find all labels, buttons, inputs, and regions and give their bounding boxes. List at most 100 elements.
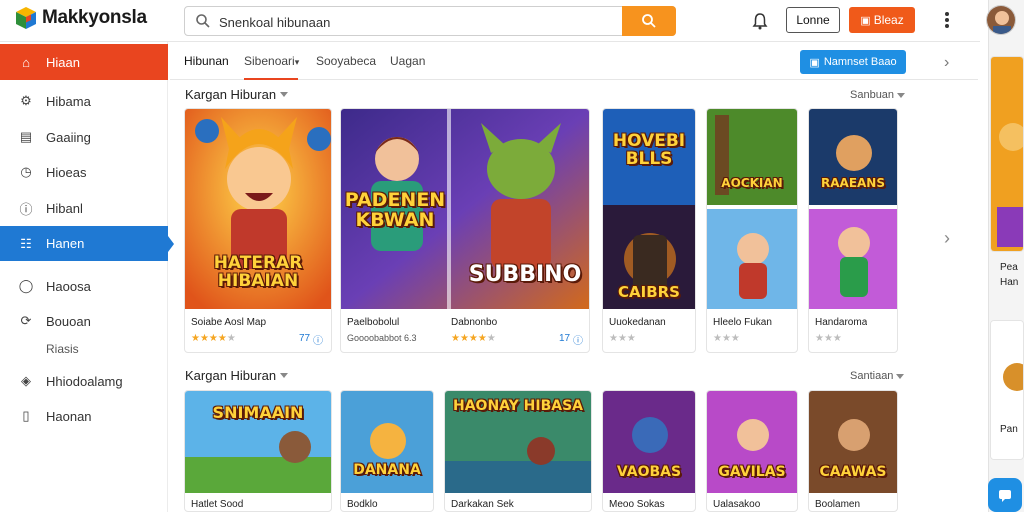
sidebar-item-2[interactable]: ⚙ Hibama — [0, 84, 168, 118]
game-card[interactable]: HAONAY HIBASA Darkakan Sek — [444, 390, 592, 512]
sidebar-item-active[interactable]: ☷ Hanen — [0, 226, 168, 261]
game-card[interactable]: GAVILAS Ualasakoo — [706, 390, 798, 512]
game-card[interactable]: RAAEANS Handaroma ★★★ — [808, 108, 898, 353]
more-options-icon[interactable] — [938, 10, 956, 30]
search-button-icon — [642, 14, 656, 28]
tab-4[interactable]: Uagan — [390, 54, 425, 68]
game-card-art: HAONAY HIBASA — [445, 391, 591, 493]
tab-2[interactable]: Sibenoari▾ — [244, 54, 299, 68]
sidebar-item-4[interactable]: ◷ Hioeas — [0, 155, 168, 189]
caret-icon — [896, 373, 905, 379]
tab-3[interactable]: Sooyabeca — [316, 54, 376, 68]
game-card-art: HATERAR HIBAIAN — [185, 109, 331, 309]
section-title: Kargan Hiburan — [185, 87, 289, 102]
game-card-name: Uuokedanan — [609, 317, 666, 328]
game-art-title: HAONAY HIBASA — [452, 398, 584, 414]
game-card-art: PADENEN KBWAN SUBBINO — [341, 109, 589, 309]
game-card-name-2: Dabnonbo — [451, 317, 498, 328]
game-card-name: Hatlet Sood — [191, 499, 244, 510]
section-more-link[interactable]: Santiaan — [850, 370, 905, 382]
app-logo[interactable]: Makkyonsla — [14, 6, 147, 30]
sidebar-item-7[interactable]: ◯ Haoosa — [0, 269, 168, 303]
side-text: Han — [1000, 277, 1019, 288]
game-art-title: VAOBAS — [616, 464, 682, 480]
logo-cube-icon — [14, 6, 38, 30]
rating-stars: ★★★ — [713, 333, 740, 344]
side-game-card[interactable] — [990, 56, 1024, 252]
game-card[interactable]: DANANA Bodklo — [340, 390, 434, 512]
section-title-text: Kargan Hiburan — [185, 87, 277, 102]
chat-fab-button[interactable] — [988, 478, 1022, 512]
sidebar-item-home[interactable]: ⌂ Hiaan — [0, 44, 168, 80]
chevron-right-icon[interactable]: › — [944, 54, 949, 72]
game-card-art: AOCKIAN — [707, 109, 797, 309]
game-art-title: HOVEBI BLLS — [612, 131, 686, 169]
game-card-featured[interactable]: PADENEN KBWAN SUBBINO Paelbobolul Dabnon… — [340, 108, 590, 353]
cta-label: Namnset Baao — [823, 56, 897, 68]
sidebar: ⌂ Hiaan ⚙ Hibama ▤ Gaaiing ◷ Hioeas ⓘ Hi… — [0, 42, 168, 512]
game-card-name: Paelbobolul — [347, 317, 400, 328]
game-card-art: GAVILAS — [707, 391, 797, 493]
game-art-title: HATERAR HIBAIAN — [213, 253, 303, 291]
primary-action-button[interactable]: ▣ Bleaz — [849, 7, 915, 33]
game-card[interactable]: HOVEBI BLLS CAIBRS Uuokedanan ★★★ — [602, 108, 696, 353]
game-card[interactable]: CAAWAS Boolamen — [808, 390, 898, 512]
search-input[interactable] — [219, 11, 599, 33]
search-bar[interactable] — [184, 6, 676, 36]
carousel-next-icon[interactable]: › — [944, 228, 950, 249]
gear-icon: ⚙ — [20, 93, 32, 108]
sidebar-item-label: Gaaiing — [46, 129, 91, 145]
refresh-icon: ⟳ — [20, 313, 32, 328]
gamepad-icon: ☷ — [20, 235, 32, 251]
info-icon: ⓘ — [573, 336, 583, 347]
search-button[interactable] — [622, 6, 676, 36]
cta-button[interactable]: ▣ Namnset Baao — [800, 50, 906, 74]
primary-action-label: Bleaz — [873, 13, 904, 27]
game-art-title: RAAEANS — [821, 176, 885, 190]
active-pointer — [168, 236, 174, 252]
game-card[interactable]: VAOBAS Meoo Sokas — [602, 390, 696, 512]
game-card-name: Hleelo Fukan — [713, 317, 772, 328]
cart-icon: ▣ — [860, 14, 871, 27]
sidebar-item-label: Hiaan — [46, 54, 80, 70]
info-icon: ⓘ — [313, 336, 323, 347]
game-card-name: Boolamen — [815, 499, 861, 510]
game-card-art: SNIMAAIN — [185, 391, 331, 493]
section-more-link[interactable]: Sanbuan — [850, 89, 906, 101]
game-art-title: GAVILAS — [718, 464, 786, 480]
side-game-card[interactable] — [990, 320, 1024, 460]
sidebar-item-label: Hanen — [46, 236, 85, 251]
section-more-text: Santiaan — [850, 370, 894, 382]
game-card-name: Ualasakoo — [713, 499, 761, 510]
game-card[interactable]: AOCKIAN Hleelo Fukan ★★★ — [706, 108, 798, 353]
side-text: Pan — [1000, 424, 1018, 435]
search-icon — [196, 14, 210, 28]
sidebar-subitem[interactable]: Riasis — [46, 342, 79, 356]
caret-icon — [280, 373, 289, 378]
game-card-name: Handaroma — [815, 317, 868, 328]
sidebar-item-label: Haoosa — [46, 278, 91, 294]
game-art-title: SNIMAAIN — [212, 403, 304, 422]
home-icon: ⌂ — [22, 54, 30, 70]
game-art-title-2: SUBBINO — [468, 262, 582, 287]
sidebar-item-10[interactable]: ◈ Hhiodoalamg — [0, 364, 168, 398]
sidebar-item-label: Haonan — [46, 408, 92, 424]
bell-icon[interactable] — [750, 11, 770, 31]
phone-icon: ▯ — [22, 408, 30, 423]
info-icon: ⓘ — [19, 201, 33, 217]
card-meta-text: Goooobabbot 6.3 — [347, 333, 417, 343]
tab-1[interactable]: Hibunan — [184, 54, 229, 68]
sidebar-item-8[interactable]: ⟳ Bouoan — [0, 304, 168, 338]
game-card[interactable]: SNIMAAIN Hatlet Sood — [184, 390, 332, 512]
sidebar-item-5[interactable]: ⓘ Hibanl — [0, 191, 168, 225]
game-card[interactable]: HATERAR HIBAIAN Soiabe Aosl Map ★★★★★ 77… — [184, 108, 332, 353]
sidebar-item-3[interactable]: ▤ Gaaiing — [0, 120, 168, 154]
game-card-name: Bodklo — [347, 499, 378, 510]
chevron-down-icon: ▾ — [294, 57, 300, 67]
game-art-title: AOCKIAN — [721, 176, 783, 190]
top-bar: Makkyonsla Lonne ▣ Bleaz — [0, 0, 980, 42]
login-button[interactable]: Lonne — [786, 7, 840, 33]
caret-icon — [280, 92, 289, 97]
avatar[interactable] — [986, 5, 1016, 35]
sidebar-item-11[interactable]: ▯ Haonan — [0, 399, 168, 433]
